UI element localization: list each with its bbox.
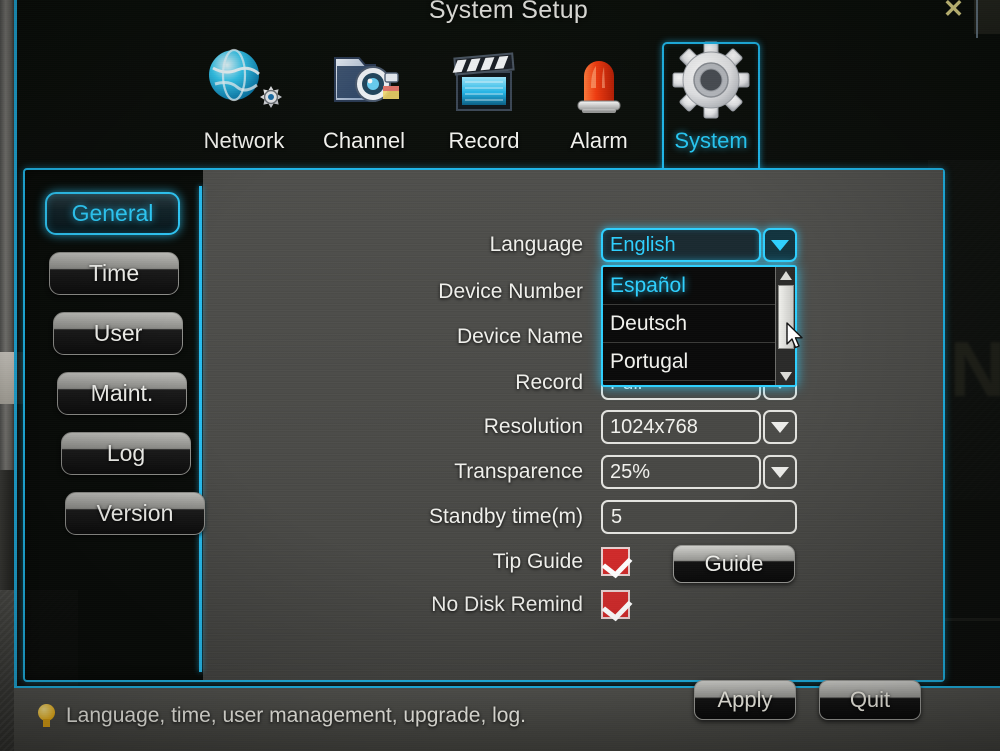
checkmark-icon[interactable] — [601, 590, 630, 619]
row-language: Language English — [203, 228, 943, 262]
tab-record[interactable]: Record — [429, 36, 539, 170]
scroll-up-arrow-icon[interactable] — [779, 270, 793, 282]
close-icon[interactable]: ✕ — [943, 0, 964, 24]
sidebar-item-maint[interactable]: Maint. — [57, 372, 187, 415]
row-transparence: Transparence 25% — [203, 455, 943, 489]
globe-gear-icon — [189, 36, 299, 128]
sidebar-item-user[interactable]: User — [53, 312, 183, 355]
row-record: Record Full — [203, 366, 943, 400]
clapperboard-icon — [429, 36, 539, 128]
apply-button[interactable]: Apply — [694, 680, 796, 720]
sidebar-item-general[interactable]: General — [45, 192, 180, 235]
settings-panel: General Time User Maint. Log Version Lan… — [23, 168, 945, 682]
row-device-name: Device Name — [203, 320, 943, 354]
label-tip-guide: Tip Guide — [492, 550, 583, 573]
chevron-down-icon[interactable] — [763, 410, 797, 444]
folder-camera-icon — [309, 36, 419, 128]
guide-button[interactable]: Guide — [673, 545, 795, 583]
window-titlebar: System Setup ✕ — [17, 0, 1000, 38]
tab-system-label: System — [674, 128, 748, 153]
titlebar-divider — [976, 0, 978, 38]
tab-alarm[interactable]: Alarm — [544, 36, 654, 170]
chevron-down-icon[interactable] — [763, 228, 797, 262]
tab-network[interactable]: Network — [189, 36, 299, 170]
checkmark-icon[interactable] — [601, 547, 630, 576]
language-select[interactable]: English — [601, 228, 797, 262]
tab-channel-label: Channel — [323, 128, 405, 153]
language-select-value[interactable]: English — [601, 228, 761, 262]
tab-system[interactable]: System — [656, 36, 766, 174]
label-standby-time: Standby time(m) — [428, 505, 583, 528]
tab-record-label: Record — [448, 128, 520, 153]
standby-time-input[interactable]: 5 — [601, 500, 797, 534]
transparence-select[interactable]: 25% — [601, 455, 797, 489]
tab-alarm-label: Alarm — [570, 128, 628, 153]
dropdown-option-espanol[interactable]: Español — [603, 267, 795, 305]
row-no-disk-remind: No Disk Remind — [203, 588, 943, 622]
label-device-number: Device Number — [438, 280, 583, 303]
resolution-select[interactable]: 1024x768 — [601, 410, 797, 444]
scroll-down-arrow-icon[interactable] — [779, 370, 793, 382]
tab-channel[interactable]: Channel — [309, 36, 419, 170]
general-settings-form: Language English Device Number Device Na… — [203, 170, 943, 680]
sidebar-item-version[interactable]: Version — [65, 492, 205, 535]
dropdown-scrollbar[interactable] — [775, 267, 795, 385]
sidebar-item-log[interactable]: Log — [61, 432, 191, 475]
label-device-name: Device Name — [456, 325, 583, 348]
label-transparence: Transparence — [454, 460, 583, 483]
page-title: System Setup — [428, 0, 589, 24]
gear-icon — [656, 36, 766, 128]
row-tip-guide: Tip Guide Guide — [203, 545, 943, 583]
no-disk-remind-checkbox[interactable] — [601, 590, 630, 619]
label-no-disk-remind: No Disk Remind — [431, 593, 583, 616]
standby-time-input-wrap[interactable]: 5 — [601, 500, 797, 534]
transparence-select-value[interactable]: 25% — [601, 455, 761, 489]
tip-guide-checkbox[interactable] — [601, 547, 630, 576]
label-language: Language — [489, 233, 583, 256]
label-resolution: Resolution — [483, 415, 583, 438]
dropdown-option-portugal[interactable]: Portugal — [603, 343, 795, 381]
row-resolution: Resolution 1024x768 — [203, 410, 943, 444]
siren-light-icon — [544, 36, 654, 128]
lightbulb-icon — [38, 704, 55, 727]
resolution-select-value[interactable]: 1024x768 — [601, 410, 761, 444]
tab-network-label: Network — [203, 128, 285, 153]
system-setup-window: System Setup ✕ Network Channel Record Al… — [14, 0, 1000, 751]
dropdown-option-deutsch[interactable]: Deutsch — [603, 305, 795, 343]
sidebar-item-time[interactable]: Time — [49, 252, 179, 295]
scrollbar-thumb[interactable] — [778, 285, 794, 349]
quit-button[interactable]: Quit — [819, 680, 921, 720]
language-dropdown-list[interactable]: Español Deutsch Portugal — [601, 265, 797, 387]
photographed-screen: N NY System Setup ✕ — [0, 0, 1000, 751]
chevron-down-icon[interactable] — [763, 455, 797, 489]
settings-sidebar: General Time User Maint. Log Version — [43, 192, 205, 552]
panel-divider — [199, 186, 202, 672]
footer-hint-text: Language, time, user management, upgrade… — [66, 704, 526, 727]
row-standby-time: Standby time(m) 5 — [203, 500, 943, 534]
footer-bar: Language, time, user management, upgrade… — [14, 680, 1000, 751]
label-record: Record — [515, 371, 583, 394]
row-device-number: Device Number — [203, 275, 943, 309]
main-tab-bar: Network Channel Record Alarm System — [17, 36, 1000, 174]
